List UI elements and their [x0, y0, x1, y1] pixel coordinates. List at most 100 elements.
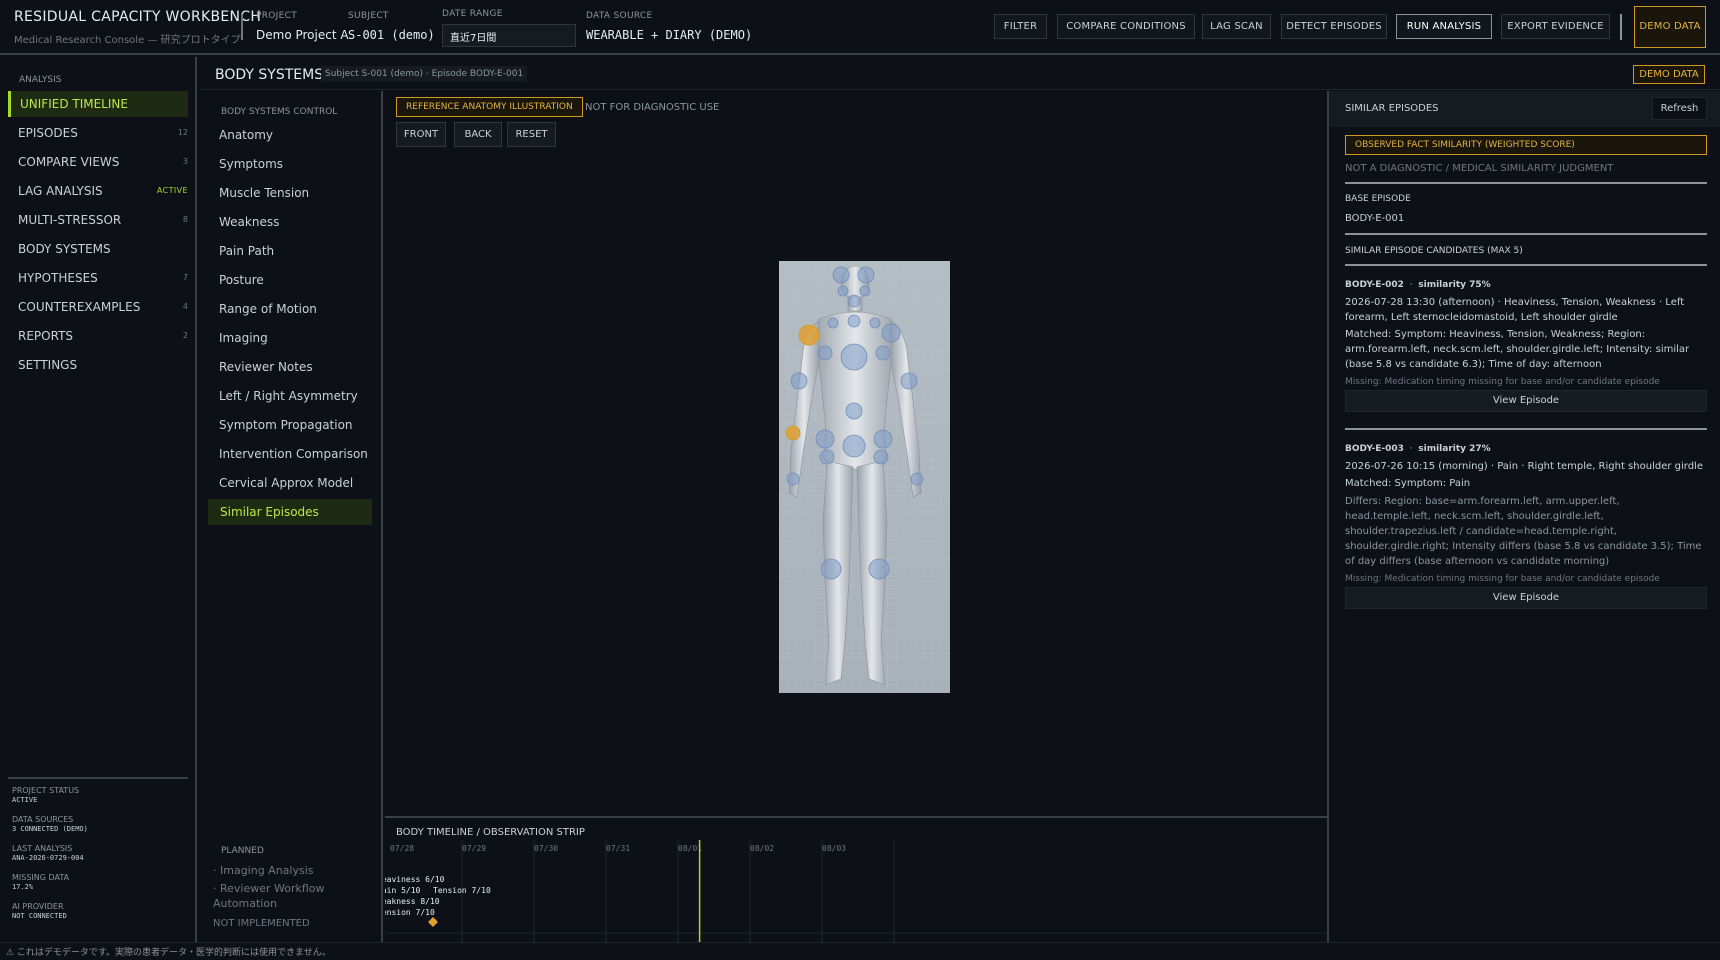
- fact-similarity-tag: OBSERVED FACT SIMILARITY (WEIGHTED SCORE…: [1345, 135, 1707, 155]
- control-item-muscle-tension[interactable]: Muscle Tension: [208, 180, 372, 206]
- candidate-id: BODY-E-002: [1345, 280, 1404, 290]
- control-item-weakness[interactable]: Weakness: [208, 209, 372, 235]
- nav-item-label: REPORTS: [18, 329, 74, 343]
- project-value: Demo Project A: [256, 28, 349, 42]
- project-label: PROJECT: [256, 11, 297, 21]
- base-episode-value: BODY-E-001: [1345, 213, 1405, 224]
- last-analysis-status: LAST ANALYSIS ANA-2026-0729-004: [12, 844, 84, 862]
- nav-item-label: MULTI-STRESSOR: [18, 213, 122, 227]
- nav-item-counterexamples[interactable]: COUNTEREXAMPLES 4: [8, 294, 188, 320]
- control-item-pain-path[interactable]: Pain Path: [208, 238, 372, 264]
- divider: [1345, 428, 1707, 430]
- back-view-button[interactable]: BACK: [454, 122, 502, 147]
- date-range-select[interactable]: 直近7日間: [442, 24, 576, 47]
- candidate-missing: Missing: Medication timing missing for b…: [1345, 574, 1660, 584]
- control-item-posture[interactable]: Posture: [208, 267, 372, 293]
- timeline-observation: Heaviness 6/10: [385, 875, 445, 884]
- nav-item-label: HYPOTHESES: [18, 271, 98, 285]
- page-title: BODY SYSTEMS: [215, 67, 324, 83]
- nav-item-hypotheses[interactable]: HYPOTHESES 7: [8, 265, 188, 291]
- candidate-similarity: similarity 75%: [1418, 280, 1491, 290]
- nav-item-label: LAG ANALYSIS: [18, 184, 103, 198]
- nav-item-lag-analysis[interactable]: LAG ANALYSIS ACTIVE: [8, 178, 188, 204]
- data-source-field: DATA SOURCE WEARABLE + DIARY (DEMO): [586, 11, 752, 42]
- anatomy-viewer: REFERENCE ANATOMY ILLUSTRATION NOT FOR D…: [385, 91, 1327, 816]
- panel-title: SIMILAR EPISODES: [1345, 103, 1439, 114]
- lag-scan-button[interactable]: LAG SCAN: [1202, 14, 1271, 39]
- demo-data-badge: DEMO DATA: [1633, 65, 1705, 84]
- planned-heading: PLANNED: [221, 846, 264, 856]
- compare-conditions-button[interactable]: COMPARE CONDITIONS: [1057, 14, 1195, 39]
- nav-item-count: 3: [182, 157, 188, 166]
- demo-data-badge[interactable]: DEMO DATA: [1634, 6, 1706, 48]
- nav-item-multi-stressor[interactable]: MULTI-STRESSOR 8: [8, 207, 188, 233]
- not-implemented-label: NOT IMPLEMENTED: [213, 918, 310, 929]
- export-evidence-button[interactable]: EXPORT EVIDENCE: [1501, 14, 1610, 39]
- reference-illustration-tag: REFERENCE ANATOMY ILLUSTRATION: [396, 97, 583, 117]
- planned-item: · Reviewer Workflow Automation: [213, 882, 325, 910]
- body-systems-control: BODY SYSTEMS CONTROL Anatomy Symptoms Mu…: [199, 91, 383, 942]
- timeline-observation: Tension 7/10: [433, 886, 491, 895]
- control-item-imaging[interactable]: Imaging: [208, 325, 372, 351]
- view-episode-button[interactable]: View Episode: [1345, 587, 1707, 609]
- refresh-button[interactable]: Refresh: [1652, 97, 1707, 120]
- candidate-missing: Missing: Medication timing missing for b…: [1345, 377, 1660, 387]
- nav-item-count: 2: [182, 331, 188, 340]
- candidate-header: BODY-E-003 · similarity 27%: [1345, 444, 1491, 454]
- nav-item-body-systems[interactable]: BODY SYSTEMS: [8, 236, 188, 262]
- nav-item-count: 12: [177, 128, 188, 137]
- nav-item-settings[interactable]: SETTINGS: [8, 352, 188, 378]
- page-subtitle: Subject S-001 (demo) · Episode BODY-E-00…: [321, 66, 528, 82]
- control-heading: BODY SYSTEMS CONTROL: [221, 107, 338, 117]
- nav-item-unified-timeline[interactable]: UNIFIED TIMELINE: [8, 91, 188, 117]
- app-subtitle: Medical Research Console — 研究プロトタイプ: [14, 35, 241, 46]
- candidate-card: BODY-E-003 · similarity 27% 2026-07-26 1…: [1345, 444, 1707, 609]
- timeline-date-label: 07/29: [462, 844, 486, 853]
- nav-item-label: COMPARE VIEWS: [18, 155, 120, 169]
- candidate-detail: 2026-07-26 10:15 (morning) · Pain · Righ…: [1345, 461, 1703, 472]
- timeline-date-label: 08/03: [822, 844, 846, 853]
- control-item-range-of-motion[interactable]: Range of Motion: [208, 296, 372, 322]
- nav-item-label: COUNTEREXAMPLES: [18, 300, 141, 314]
- nav-heading: ANALYSIS: [19, 75, 62, 85]
- timeline-date-label: 08/01: [678, 844, 702, 853]
- left-nav: ANALYSIS UNIFIED TIMELINE EPISODES 12 CO…: [0, 57, 197, 942]
- control-item-intervention-comparison[interactable]: Intervention Comparison: [208, 441, 372, 467]
- nav-item-episodes[interactable]: EPISODES 12: [8, 120, 188, 146]
- divider: [1345, 233, 1707, 235]
- nav-item-compare-views[interactable]: COMPARE VIEWS 3: [8, 149, 188, 175]
- reset-view-button[interactable]: RESET: [507, 122, 556, 147]
- timeline-date-label: 07/30: [534, 844, 558, 853]
- run-analysis-button[interactable]: RUN ANALYSIS: [1396, 14, 1492, 39]
- detect-episodes-button[interactable]: DETECT EPISODES: [1281, 14, 1387, 39]
- candidate-matched: Matched: Symptom: Pain: [1345, 478, 1471, 489]
- observation-timeline: BODY TIMELINE / OBSERVATION STRIP 07/28 0…: [385, 816, 1327, 942]
- control-item-cervical-model[interactable]: Cervical Approx Model: [208, 470, 372, 496]
- data-sources-status: DATA SOURCES 3 CONNECTED (DEMO): [12, 815, 88, 833]
- filter-button[interactable]: FILTER: [994, 14, 1047, 39]
- divider: [1345, 264, 1707, 266]
- candidate-card: BODY-E-002 · similarity 75% 2026-07-28 1…: [1345, 280, 1707, 412]
- project-status: PROJECT STATUS ACTIVE: [12, 786, 79, 804]
- control-item-anatomy[interactable]: Anatomy: [208, 122, 372, 148]
- control-item-asymmetry[interactable]: Left / Right Asymmetry: [208, 383, 372, 409]
- ai-provider-status: AI PROVIDER NOT CONNECTED: [12, 902, 67, 920]
- date-range-label: DATE RANGE: [442, 9, 503, 19]
- anatomy-illustration[interactable]: [779, 261, 950, 693]
- nav-item-reports[interactable]: REPORTS 2: [8, 323, 188, 349]
- control-item-similar-episodes[interactable]: Similar Episodes: [208, 499, 372, 525]
- control-item-symptom-propagation[interactable]: Symptom Propagation: [208, 412, 372, 438]
- subject-field[interactable]: SUBJECT S-001 (demo): [348, 11, 435, 42]
- front-view-button[interactable]: FRONT: [396, 122, 446, 147]
- timeline-chart[interactable]: 07/28 07/29 07/30 07/31 08/01 08/02 08/03 Heavi…: [385, 818, 1327, 942]
- status-label: AI PROVIDER: [12, 902, 64, 911]
- missing-data-status: MISSING DATA 17.2%: [12, 873, 69, 891]
- panel-header: SIMILAR EPISODES Refresh: [1329, 91, 1720, 127]
- control-item-reviewer-notes[interactable]: Reviewer Notes: [208, 354, 372, 380]
- subject-label: SUBJECT: [348, 11, 389, 21]
- view-episode-button[interactable]: View Episode: [1345, 390, 1707, 412]
- status-value: ANA-2026-0729-004: [12, 854, 84, 862]
- control-item-symptoms[interactable]: Symptoms: [208, 151, 372, 177]
- project-field[interactable]: PROJECT Demo Project A: [256, 11, 349, 42]
- candidate-similarity: similarity 27%: [1418, 444, 1491, 454]
